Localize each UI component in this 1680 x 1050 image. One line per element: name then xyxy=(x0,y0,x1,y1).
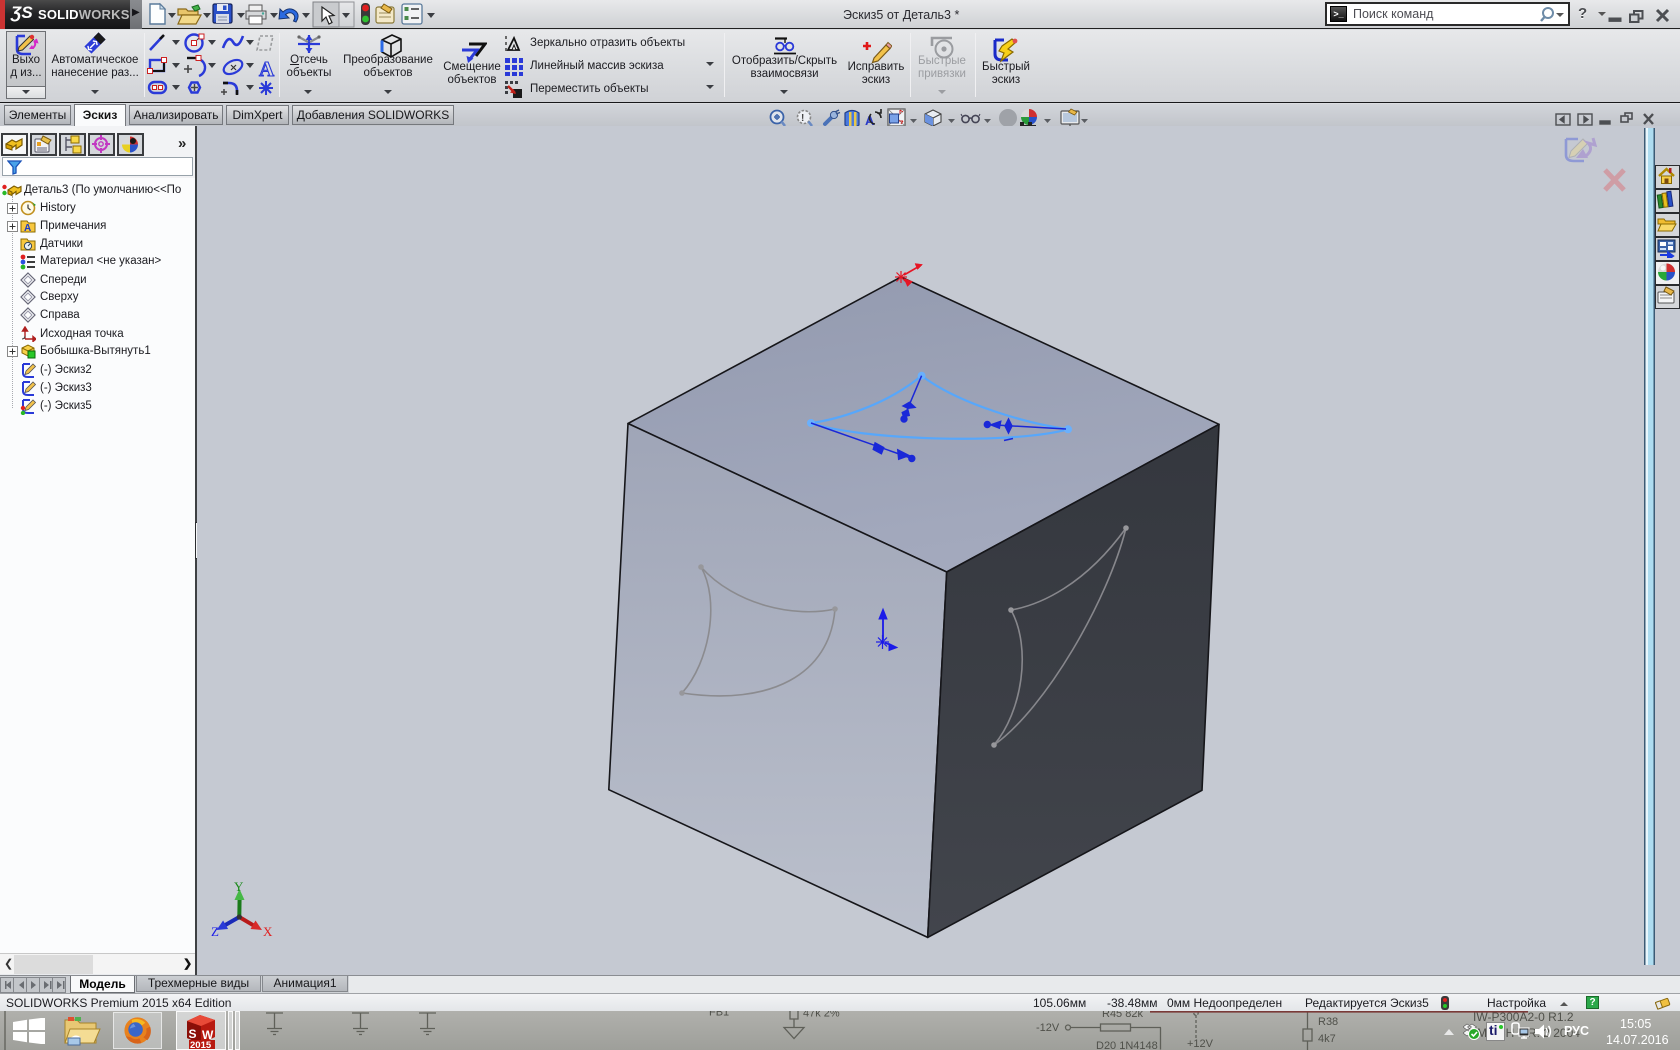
svg-text:FB1: FB1 xyxy=(709,1011,729,1019)
svg-text:-12V: -12V xyxy=(1036,1022,1060,1034)
svg-text:4k7: 4k7 xyxy=(1318,1033,1336,1045)
svg-text:Z: Z xyxy=(211,924,219,939)
svg-text:+12V: +12V xyxy=(1187,1038,1214,1050)
svg-text:R45 82k: R45 82k xyxy=(1102,1011,1143,1020)
svg-text:S: S xyxy=(189,1027,197,1041)
svg-text:Y: Y xyxy=(234,879,244,894)
svg-text:!: ! xyxy=(801,113,804,124)
svg-text:R38: R38 xyxy=(1318,1016,1338,1028)
svg-text:47k 2%: 47k 2% xyxy=(803,1011,840,1020)
svg-text:X: X xyxy=(263,924,273,939)
svg-text:A: A xyxy=(24,223,31,234)
svg-text:2015: 2015 xyxy=(190,1040,212,1049)
svg-text:D20 1N4148: D20 1N4148 xyxy=(1096,1040,1158,1050)
